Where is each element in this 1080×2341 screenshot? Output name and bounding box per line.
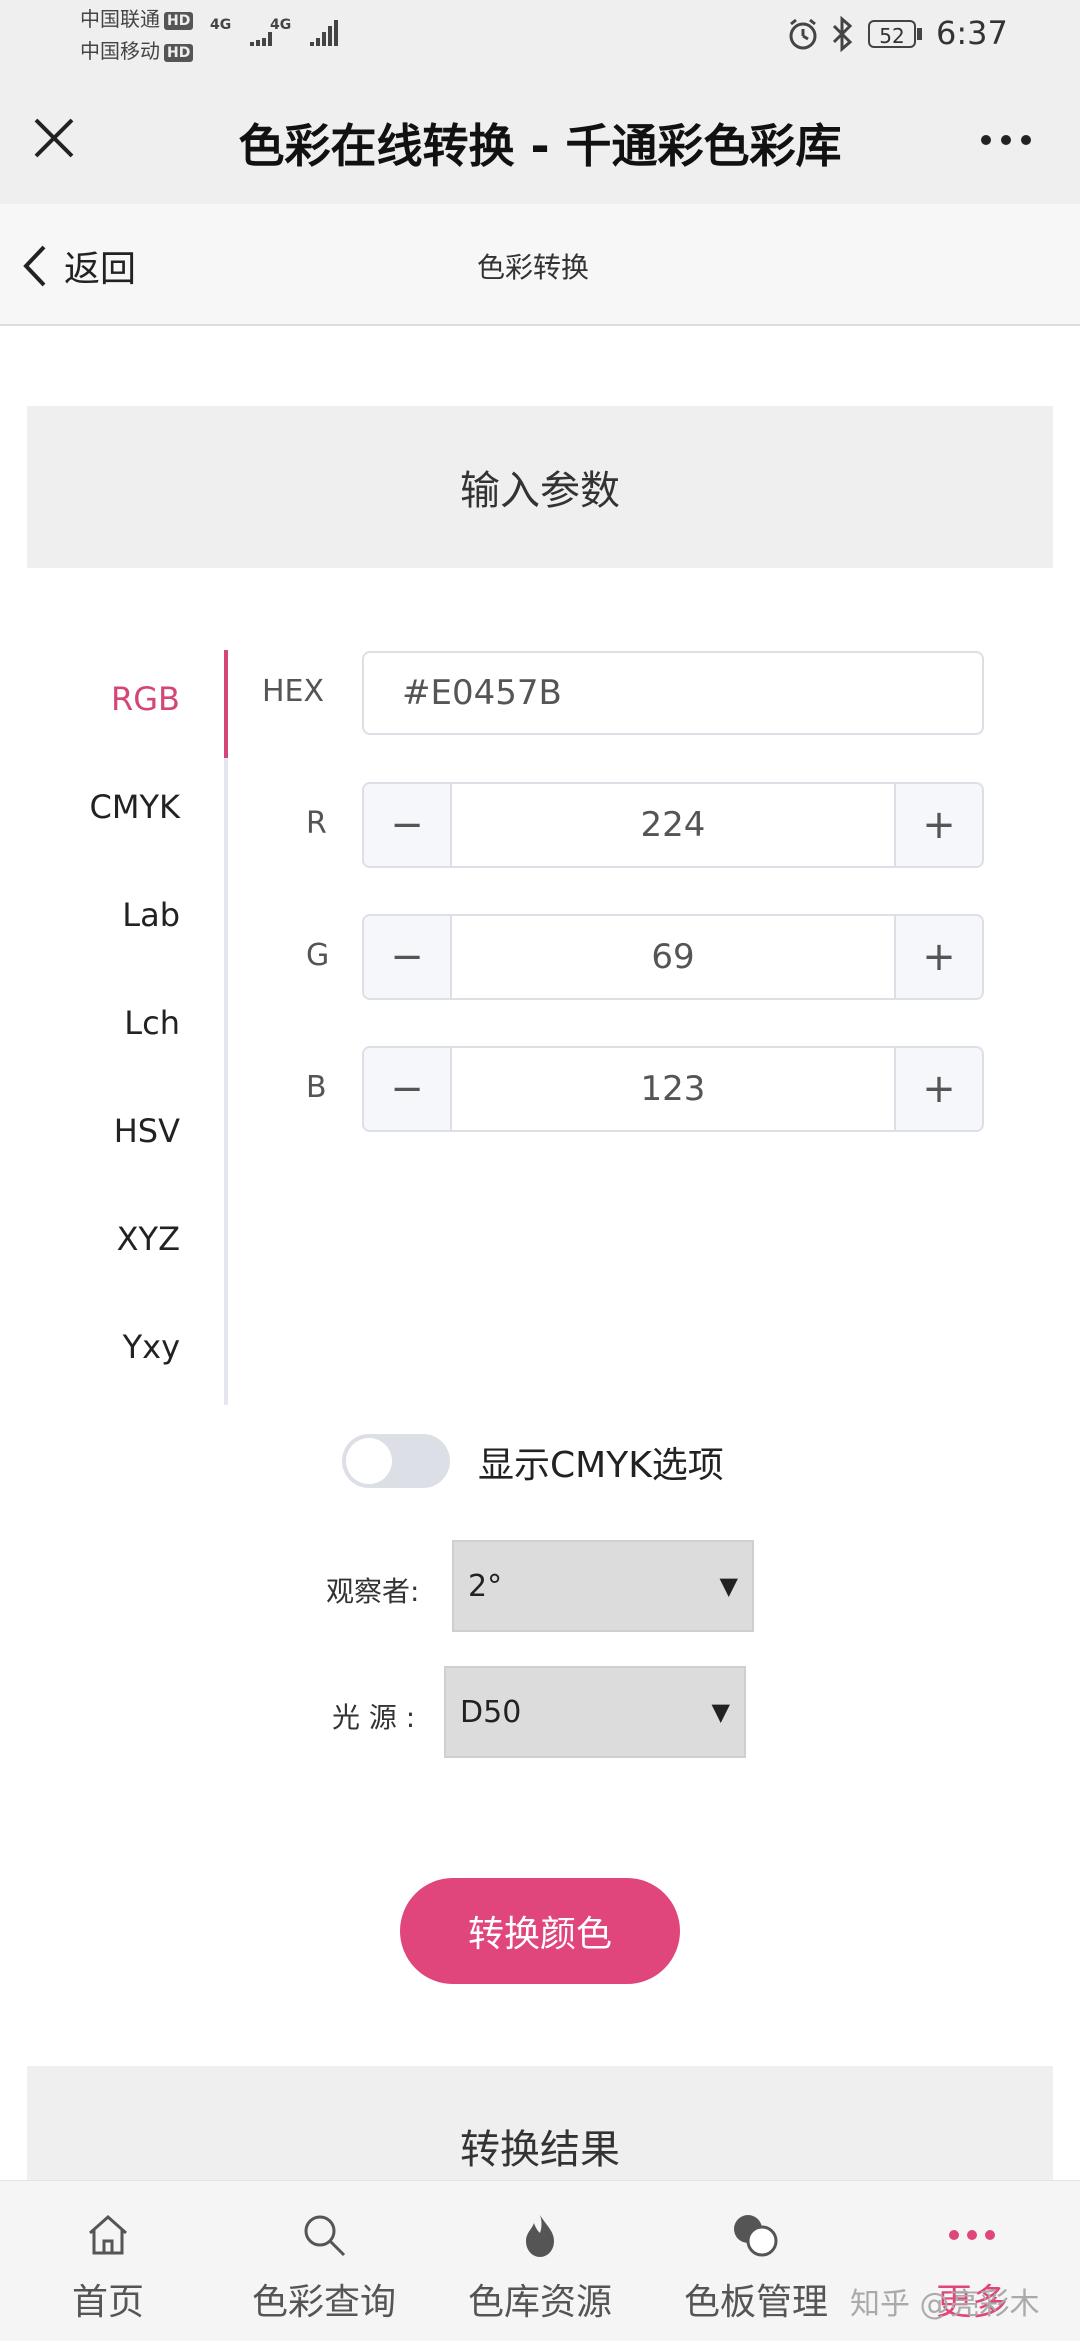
tab-active-indicator (224, 650, 228, 758)
tab-lch[interactable]: Lch (0, 1004, 180, 1042)
dropdown-arrow-icon: ▼ (719, 1572, 738, 1600)
status-bar: 中国联通 HD 中国移动 HD 4G 4G 52 6:37 (0, 0, 1080, 72)
tab-rail (224, 650, 228, 1405)
r-decrement-button[interactable]: − (364, 784, 452, 866)
bottom-tab-color-search[interactable]: 色彩查询 (216, 2211, 432, 2325)
close-icon[interactable] (30, 114, 78, 162)
r-increment-button[interactable]: + (894, 784, 982, 866)
g-value-input[interactable]: 69 (452, 916, 894, 998)
bottom-tab-color-search-label: 色彩查询 (251, 2282, 396, 2323)
color-space-tabs: RGB CMYK Lab Lch HSV XYZ Yxy (0, 650, 180, 1405)
result-section-title: 转换结果 (460, 2127, 620, 2173)
illuminant-label: 光 源 : (332, 1701, 416, 1734)
convert-color-button[interactable]: 转换颜色 (400, 1878, 680, 1984)
hex-input[interactable]: #E0457B (362, 651, 984, 735)
r-stepper: − 224 + (362, 782, 984, 868)
r-value-input[interactable]: 224 (452, 784, 894, 866)
signal-1-icon: 4G (210, 14, 276, 48)
input-section-header: 输入参数 (27, 406, 1053, 568)
bottom-tab-color-library-label: 色库资源 (467, 2282, 612, 2323)
more-menu-icon[interactable] (978, 130, 1034, 150)
watermark: 知乎 @亮彩木 (850, 2287, 1040, 2322)
network-type-2: 4G (270, 17, 292, 33)
battery-cap (917, 28, 922, 40)
tab-lab[interactable]: Lab (0, 896, 180, 934)
illuminant-value: D50 (460, 1694, 522, 1730)
more-dots-icon (949, 2230, 995, 2240)
observer-label: 观察者: (326, 1575, 420, 1608)
hex-label: HEX (262, 674, 325, 709)
carrier-1: 中国联通 HD (80, 6, 194, 32)
bottom-tab-home[interactable]: 首页 (0, 2211, 216, 2325)
convert-button-label: 转换颜色 (467, 1914, 612, 1955)
bottom-tab-palette-manager-label: 色板管理 (683, 2282, 828, 2323)
tab-rgb[interactable]: RGB (0, 680, 180, 718)
carrier-2: 中国移动 HD (80, 38, 194, 64)
bluetooth-icon (830, 15, 854, 56)
illuminant-select[interactable]: D50 ▼ (444, 1666, 746, 1758)
g-stepper: − 69 + (362, 914, 984, 1000)
battery-level: 52 (879, 24, 905, 48)
palette-icon (734, 2215, 778, 2257)
hd-badge-1: HD (164, 11, 194, 30)
tab-yxy[interactable]: Yxy (0, 1328, 180, 1366)
app-title-bar: 色彩在线转换 - 千通彩色彩库 (0, 72, 1080, 204)
carrier-1-name: 中国联通 (80, 7, 160, 31)
cmyk-toggle-label: 显示CMYK选项 (478, 1445, 724, 1486)
hex-value: #E0457B (402, 673, 562, 713)
g-decrement-button[interactable]: − (364, 916, 452, 998)
bottom-tab-bar: 首页 色彩查询 色库资源 色板管理 更多 知乎 @亮彩木 (0, 2180, 1080, 2341)
cmyk-toggle-knob (346, 1438, 392, 1484)
battery-icon: 52 (868, 20, 916, 48)
nav-bar: 返回 色彩转换 (0, 204, 1080, 326)
b-stepper: − 123 + (362, 1046, 984, 1132)
status-time: 6:37 (936, 14, 1008, 52)
g-label: G (306, 938, 330, 973)
g-increment-button[interactable]: + (894, 916, 982, 998)
observer-select[interactable]: 2° ▼ (452, 1540, 754, 1632)
network-type-1: 4G (210, 17, 232, 33)
tab-hsv[interactable]: HSV (0, 1112, 180, 1150)
r-label: R (306, 806, 327, 841)
flame-icon (526, 2215, 554, 2257)
search-icon (304, 2215, 346, 2257)
b-decrement-button[interactable]: − (364, 1048, 452, 1130)
alarm-icon (786, 18, 820, 56)
bottom-tab-color-library[interactable]: 色库资源 (432, 2211, 648, 2325)
observer-value: 2° (468, 1568, 503, 1604)
tab-xyz[interactable]: XYZ (0, 1220, 180, 1258)
tab-cmyk[interactable]: CMYK (0, 788, 180, 826)
bottom-tab-palette-manager[interactable]: 色板管理 (648, 2211, 864, 2325)
home-icon (89, 2214, 127, 2255)
nav-title: 色彩转换 (476, 251, 589, 284)
dropdown-arrow-icon: ▼ (711, 1698, 730, 1726)
input-section-title: 输入参数 (460, 468, 620, 514)
carrier-2-name: 中国移动 (80, 39, 160, 63)
signal-2-icon: 4G (270, 14, 346, 48)
hd-badge-2: HD (164, 43, 194, 62)
page-title: 色彩在线转换 - 千通彩色彩库 (238, 119, 842, 173)
b-increment-button[interactable]: + (894, 1048, 982, 1130)
b-label: B (306, 1070, 327, 1105)
bottom-tab-home-label: 首页 (71, 2282, 144, 2323)
b-value-input[interactable]: 123 (452, 1048, 894, 1130)
